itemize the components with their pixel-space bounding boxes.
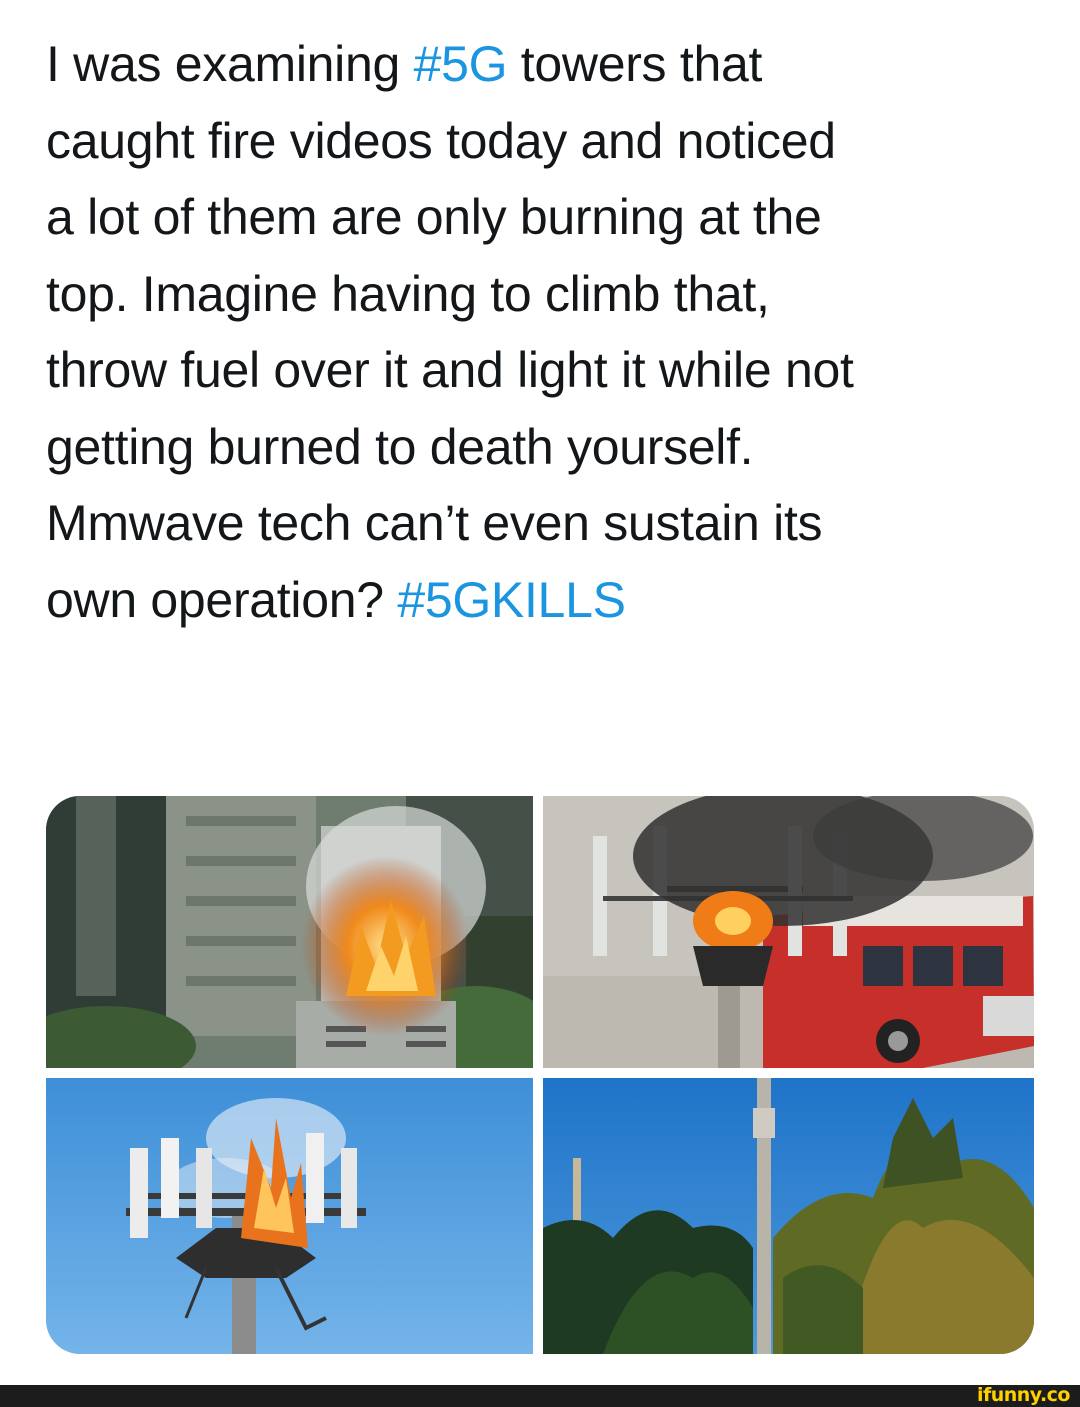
tweet-line: getting burned to death yourself. (46, 418, 754, 475)
photo-burning-rooftop-antenna[interactable] (46, 796, 533, 1068)
hashtag-link[interactable]: #5GKILLS (397, 572, 626, 628)
tweet-line: throw fuel over it and light it while no… (46, 342, 854, 398)
photo-cell-pole-trees[interactable] (543, 1078, 1034, 1354)
photo-grid (46, 796, 1034, 1354)
tweet-text: I was examining #5G towers that caught f… (46, 26, 1046, 638)
ifunny-watermark[interactable]: ifunny.co (977, 1384, 1071, 1406)
photo-burning-cell-tower-sky[interactable] (46, 1078, 533, 1354)
photo-burning-tower-fire-truck[interactable] (543, 796, 1034, 1068)
hashtag-link[interactable]: #5G (414, 36, 508, 92)
tweet-line: I was examining #5G towers that (46, 36, 763, 92)
tweet-line: own operation? #5GKILLS (46, 571, 626, 628)
tweet-line: caught fire videos today and noticed (46, 112, 836, 169)
tweet-line: a lot of them are only burning at the (46, 189, 822, 245)
bottom-bar (0, 1385, 1080, 1407)
tweet-line: top. Imagine having to climb that, (46, 265, 770, 322)
tweet-line: Mmwave tech can’t even sustain its (46, 495, 823, 551)
